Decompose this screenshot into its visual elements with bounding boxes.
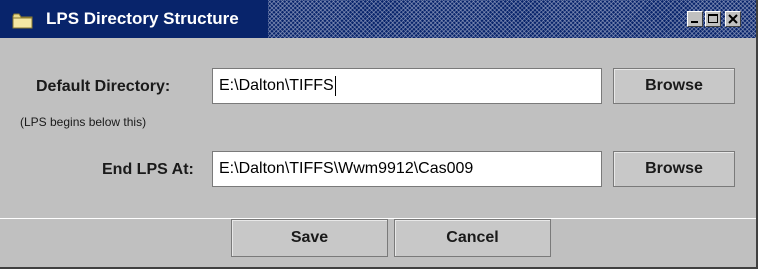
- cancel-button[interactable]: Cancel: [394, 219, 551, 257]
- folder-icon: [12, 13, 34, 29]
- default-directory-label: Default Directory:: [36, 78, 171, 95]
- save-button[interactable]: Save: [231, 219, 388, 257]
- lps-directory-dialog: LPS Directory Structure Default Director…: [0, 0, 758, 269]
- browse-default-directory-button[interactable]: Browse: [613, 68, 735, 104]
- end-lps-label: End LPS At:: [102, 161, 194, 178]
- minimize-icon: [691, 21, 698, 23]
- dialog-content: Default Directory: E:\Dalton\TIFFS Brows…: [0, 38, 756, 219]
- close-button[interactable]: [725, 11, 741, 27]
- minimize-button[interactable]: [687, 11, 703, 27]
- maximize-button[interactable]: [705, 11, 721, 27]
- window-title: LPS Directory Structure: [46, 9, 239, 28]
- title-bar[interactable]: LPS Directory Structure: [0, 0, 756, 38]
- text-caret: [334, 75, 336, 96]
- browse-end-lps-button[interactable]: Browse: [613, 151, 735, 187]
- close-icon: [728, 14, 738, 24]
- maximize-icon: [708, 14, 718, 23]
- default-directory-input[interactable]: E:\Dalton\TIFFS: [212, 68, 602, 104]
- end-lps-input[interactable]: E:\Dalton\TIFFS\Wwm9912\Cas009: [212, 151, 602, 187]
- default-directory-hint: (LPS begins below this): [20, 115, 147, 129]
- default-directory-value: E:\Dalton\TIFFS: [219, 77, 334, 94]
